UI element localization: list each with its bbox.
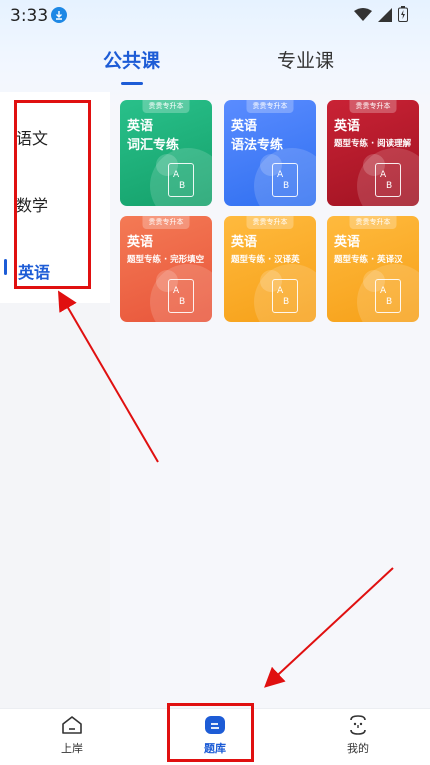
doc-letter-b: B: [283, 297, 290, 307]
card-title: 语法专练: [231, 138, 284, 153]
doc-letter-a: A: [277, 286, 284, 296]
doc-letter-b: B: [386, 297, 393, 307]
doc-letter-a: A: [380, 286, 387, 296]
tab-major-course[interactable]: 专业课: [277, 46, 334, 73]
practice-card[interactable]: 贵贵专升本英语词汇专练 A B: [120, 100, 212, 206]
home-icon: [60, 716, 84, 739]
nav-label-shore: 上岸: [61, 742, 83, 755]
doc-letter-a: A: [277, 170, 284, 180]
document-ab-icon: AB: [168, 163, 194, 197]
profile-icon: [346, 715, 370, 739]
practice-card[interactable]: 贵贵专升本英语题型专练 · 阅读理解 A B: [327, 100, 419, 206]
card-title: 题型专练 · 汉译英: [231, 255, 300, 265]
card-subject: 英语: [127, 235, 154, 250]
battery-icon: [398, 6, 408, 26]
doc-letter-b: B: [283, 181, 290, 191]
card-title: 题型专练 · 英译汉: [334, 255, 403, 265]
status-time: 3:33: [10, 6, 49, 26]
card-badge: 贵贵专升本: [246, 216, 294, 229]
document-ab-icon: AB: [168, 279, 194, 313]
practice-card[interactable]: 贵贵专升本英语题型专练 · 英译汉 A B: [327, 216, 419, 322]
card-subject: 英语: [231, 235, 258, 250]
annotation-box-sidebar: [14, 100, 91, 289]
card-badge: 贵贵专升本: [349, 216, 397, 229]
nav-item-shore[interactable]: 上岸: [42, 715, 102, 756]
card-subject: 英语: [334, 119, 361, 134]
doc-letter-b: B: [179, 181, 186, 191]
card-subject: 英语: [231, 119, 258, 134]
nav-label-mine: 我的: [347, 742, 369, 755]
card-title: 题型专练 · 阅读理解: [334, 139, 412, 149]
card-badge: 贵贵专升本: [246, 100, 294, 113]
practice-card[interactable]: 贵贵专升本英语题型专练 · 汉译英 A B: [224, 216, 316, 322]
document-ab-icon: AB: [375, 163, 401, 197]
card-title: 题型专练 · 完形填空: [127, 255, 205, 265]
practice-card[interactable]: 贵贵专升本英语题型专练 · 完形填空 A B: [120, 216, 212, 322]
sidebar-active-indicator: [4, 259, 7, 275]
tab-indicator: [121, 82, 143, 85]
card-badge: 贵贵专升本: [142, 100, 190, 113]
practice-card[interactable]: 贵贵专升本英语语法专练 A B: [224, 100, 316, 206]
card-subject: 英语: [127, 119, 154, 134]
nav-item-mine[interactable]: 我的: [328, 715, 388, 756]
card-badge: 贵贵专升本: [142, 216, 190, 229]
doc-letter-b: B: [179, 297, 186, 307]
annotation-box-question-bank: [167, 703, 254, 762]
doc-letter-a: A: [173, 286, 180, 296]
card-badge: 贵贵专升本: [349, 100, 397, 113]
annotation-arrow-question-bank: [264, 567, 394, 688]
card-subject: 英语: [334, 235, 361, 250]
doc-letter-a: A: [380, 170, 387, 180]
status-bar: 3:33: [0, 0, 430, 32]
document-ab-icon: AB: [272, 279, 298, 313]
document-ab-icon: AB: [375, 279, 401, 313]
doc-letter-b: B: [386, 181, 393, 191]
top-tab-bar: 公共课 专业课: [0, 40, 430, 90]
wifi-icon: [354, 7, 372, 26]
signal-icon: [378, 7, 392, 26]
doc-letter-a: A: [173, 170, 180, 180]
card-title: 词汇专练: [127, 138, 180, 153]
download-icon: [51, 7, 67, 23]
document-ab-icon: AB: [272, 163, 298, 197]
tab-public-course[interactable]: 公共课: [103, 46, 160, 73]
